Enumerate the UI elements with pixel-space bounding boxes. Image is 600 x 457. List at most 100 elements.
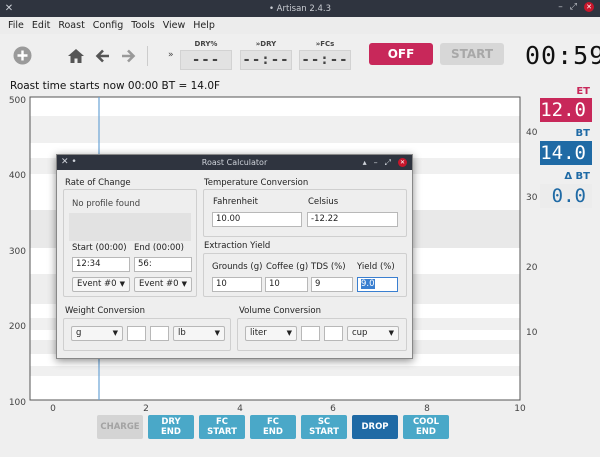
cool-end-button[interactable]: COOL END [403,415,449,439]
fahrenheit-label: Fahrenheit [213,197,258,207]
bt-value: 14.0 [540,141,592,165]
menu-file[interactable]: File [8,20,24,31]
to-dry-value: --:-- [240,50,292,70]
forward-arrow-icon[interactable] [120,48,136,68]
weight-to-unit: lb [178,328,186,338]
back-arrow-icon[interactable] [95,48,111,68]
bt-label: BT [575,128,590,139]
to-dry-lcd: »DRY --:-- [240,40,292,70]
add-icon[interactable] [13,46,32,69]
volume-title: Volume Conversion [239,306,321,316]
dialog-maximize-icon[interactable]: ⤢ [385,155,391,170]
delta-bt-label: Δ BT [564,171,590,182]
y-left-tick: 300 [9,247,26,257]
chevron-down-icon: ▼ [214,329,220,337]
y-left-tick: 100 [9,398,26,408]
menu-edit[interactable]: Edit [32,20,50,31]
status-message: Roast time starts now 00:00 BT = 14.0F [10,80,221,92]
volume-to-unit: cup [352,328,368,338]
roc-end-event-select[interactable]: Event #0 ▼ [134,277,192,292]
to-fcs-value: --:-- [299,50,351,70]
roc-result-area [69,213,191,241]
roc-end-input[interactable]: 56: [134,257,192,272]
grounds-input[interactable]: 10 [212,277,262,292]
weight-to-select[interactable]: lb ▼ [173,326,225,341]
chevrons-icon: » [168,50,174,60]
x-tick: 4 [237,404,243,414]
off-button[interactable]: OFF [369,43,433,65]
close-window-icon[interactable]: ✕ [584,2,594,12]
tds-input[interactable]: 9 [311,277,353,292]
sc-start-button[interactable]: SC START [301,415,347,439]
volume-to-select[interactable]: cup ▼ [347,326,399,341]
volume-from-unit: liter [250,328,267,338]
dialog-close-icon[interactable]: ✕ [398,158,407,167]
window-title: • Artisan 2.4.3 [268,3,332,14]
start-button[interactable]: START [440,43,504,65]
weight-from-select[interactable]: g ▼ [71,326,123,341]
celsius-input[interactable]: -12.22 [307,212,398,227]
yield-input[interactable]: 9.0 [357,277,398,292]
roc-start-input[interactable]: 12:34 [72,257,130,272]
toolbar-divider [147,46,148,66]
minimize-icon[interactable]: – [558,2,563,12]
menu-roast[interactable]: Roast [58,20,84,31]
menu-help[interactable]: Help [193,20,215,31]
yield-value: 9.0 [361,279,375,289]
dialog-title: Roast Calculator [201,158,268,167]
y-right-tick: 40 [526,128,538,138]
y-right-tick: 30 [526,193,538,203]
home-icon[interactable] [67,48,85,68]
chevron-down-icon: ▼ [112,329,118,337]
temp-title: Temperature Conversion [204,178,309,188]
x-tick: 10 [514,404,526,414]
dialog-titlebar: ✕ • Roast Calculator ▴ – ⤢ ✕ [57,155,412,170]
y-right-tick: 10 [526,328,538,338]
roc-end-label: End (00:00) [134,243,184,253]
charge-button[interactable]: CHARGE [97,415,143,439]
menu-config[interactable]: Config [93,20,123,31]
roc-start-label: Start (00:00) [72,243,127,253]
y-left-tick: 200 [9,322,26,332]
coffee-input[interactable]: 10 [265,277,308,292]
dry-percent-lcd: DRY% --- [180,40,232,70]
x-tick: 8 [424,404,430,414]
y-left-tick: 400 [9,171,26,181]
celsius-label: Celsius [308,197,339,207]
volume-output[interactable] [324,326,343,341]
roast-calculator-dialog: ✕ • Roast Calculator ▴ – ⤢ ✕ Rate of Cha… [56,154,413,359]
menu-view[interactable]: View [163,20,186,31]
dry-end-button[interactable]: DRY END [148,415,194,439]
roc-start-event-select[interactable]: Event #0 ▼ [72,277,130,292]
dialog-shade-icon[interactable]: ▴ [363,155,367,170]
chevron-down-icon: ▼ [286,329,292,337]
menu-bar: File Edit Roast Config Tools View Help [0,17,600,34]
volume-input[interactable] [301,326,320,341]
yield-label: Yield (%) [357,262,395,272]
roc-start-event-value: Event #0 [77,279,117,289]
grounds-label: Grounds (g) [212,262,263,272]
roc-message: No profile found [72,199,141,209]
et-label: ET [576,86,590,97]
roc-end-event-value: Event #0 [139,279,179,289]
menu-tools[interactable]: Tools [131,20,154,31]
drop-button[interactable]: DROP [352,415,398,439]
weight-from-unit: g [76,328,82,338]
fc-start-button[interactable]: FC START [199,415,245,439]
extraction-title: Extraction Yield [204,241,271,251]
volume-from-select[interactable]: liter ▼ [245,326,297,341]
maximize-icon[interactable]: ⤢ [570,2,577,12]
weight-output[interactable] [150,326,169,341]
tds-label: TDS (%) [311,262,346,272]
fc-end-button[interactable]: FC END [250,415,296,439]
chevron-down-icon: ▼ [388,329,394,337]
y-right-tick: 20 [526,263,538,273]
weight-input[interactable] [127,326,146,341]
chevron-down-icon: ▼ [119,280,125,288]
roc-title: Rate of Change [65,178,131,188]
to-fcs-lcd: »FCs --:-- [299,40,351,70]
dialog-minimize-icon[interactable]: – [374,155,378,170]
fahrenheit-input[interactable]: 10.00 [212,212,302,227]
x-tick: 6 [330,404,336,414]
to-dry-label: »DRY [255,40,277,48]
